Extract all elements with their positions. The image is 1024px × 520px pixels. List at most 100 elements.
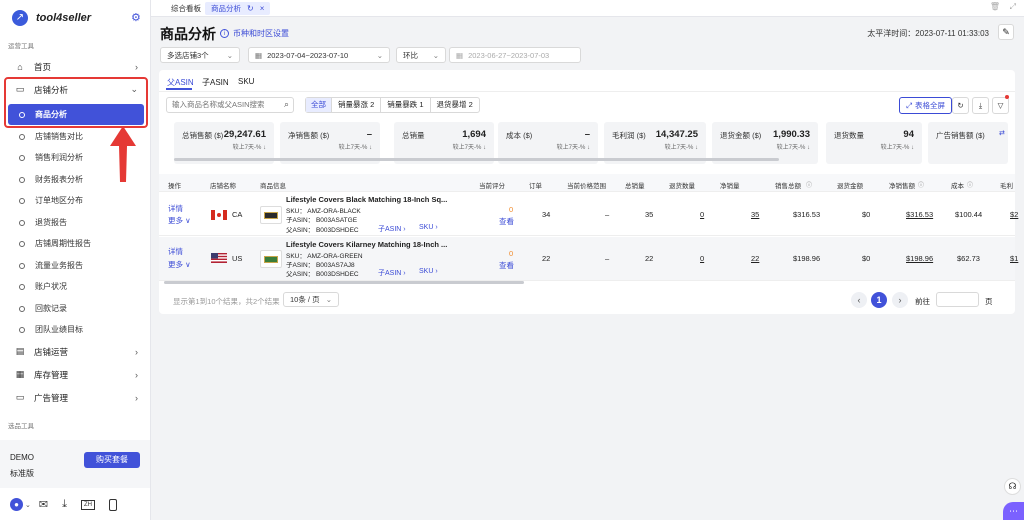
info-icon[interactable]: ⓘ: [918, 180, 924, 189]
subtab-child-asin[interactable]: 子ASIN: [202, 77, 229, 88]
language-icon[interactable]: ZH: [80, 499, 95, 510]
child-asin-link[interactable]: 子ASIN ›: [378, 224, 406, 234]
col-header-gross-sales[interactable]: 销售总额: [775, 180, 801, 190]
stat-compare: 较上7天-% ↓: [664, 145, 698, 151]
sidebar-item-ads[interactable]: ▭ 广告管理 ›: [8, 387, 144, 408]
table-fullscreen-button[interactable]: ⤢ 表格全屏: [899, 97, 952, 114]
segment-sales-drop[interactable]: 销量暴跌 1: [380, 98, 429, 112]
col-header-net-units[interactable]: 净销量: [720, 180, 740, 190]
net-sales-value[interactable]: $316.53: [906, 210, 933, 219]
col-header-returns[interactable]: 退货数量: [669, 180, 695, 190]
sku-link[interactable]: SKU ›: [419, 224, 438, 231]
compare-date-range[interactable]: ▦ 2023-06-27~2023-07-03: [449, 47, 581, 63]
chevron-down-icon[interactable]: ⌄: [25, 501, 31, 509]
sidebar-subitem[interactable]: 团队业绩目标: [8, 319, 144, 340]
next-page-button[interactable]: ›: [892, 292, 908, 308]
sidebar-subitem[interactable]: 订单地区分布: [8, 190, 144, 211]
mobile-icon[interactable]: [108, 498, 117, 511]
col-header-price[interactable]: 当前价格范围: [567, 180, 606, 190]
sidebar-subitem[interactable]: 店铺周期性报告: [8, 233, 144, 254]
segment-all[interactable]: 全部: [306, 98, 331, 112]
col-header-orders[interactable]: 订单: [529, 180, 542, 190]
sidebar-item-home[interactable]: ⌂ 首页 ›: [8, 56, 144, 77]
fullscreen-icon[interactable]: ⤢: [1010, 2, 1016, 12]
returns-value[interactable]: 0: [700, 254, 704, 263]
filter-icon: ▽: [997, 101, 1004, 110]
sku-link[interactable]: SKU ›: [419, 268, 438, 275]
product-title[interactable]: Lifestyle Covers Black Matching 18-Inch …: [286, 195, 447, 204]
sidebar-item-store-analysis[interactable]: ▭ 店铺分析 ⌄: [8, 79, 144, 100]
child-asin-link[interactable]: 子ASIN ›: [378, 268, 406, 278]
returns-value[interactable]: 0: [700, 210, 704, 219]
buy-plan-button[interactable]: 购买套餐: [84, 452, 140, 468]
tab-product-analysis[interactable]: 商品分析 ↻ ×: [205, 2, 271, 15]
prev-page-button[interactable]: ‹: [851, 292, 867, 308]
compare-select[interactable]: 环比 ⌄: [396, 47, 446, 63]
filter-button[interactable]: ▽: [992, 97, 1009, 114]
export-button[interactable]: ⤓: [972, 97, 989, 114]
col-header-cost[interactable]: 成本: [951, 180, 964, 190]
search-icon[interactable]: ⌕: [284, 99, 289, 110]
goto-page-input[interactable]: [936, 292, 979, 307]
product-thumbnail[interactable]: [260, 250, 282, 268]
segment-returns-surge[interactable]: 退货暴增 2: [429, 98, 479, 112]
col-header-rating[interactable]: 当前评分: [479, 180, 505, 190]
stats-scrollbar[interactable]: [174, 158, 779, 161]
tool-wrench-icon[interactable]: ✎: [998, 24, 1014, 40]
page-number-current[interactable]: 1: [871, 292, 887, 308]
table-scrollbar[interactable]: [164, 281, 524, 284]
detail-link[interactable]: 详情: [168, 246, 183, 257]
info-icon[interactable]: ⓘ: [967, 180, 973, 189]
net-units-value[interactable]: 22: [751, 254, 759, 263]
sidebar-subitem[interactable]: 退货报告: [8, 212, 144, 233]
date-range-picker[interactable]: ▦ 2023-07-04~2023-07-10 ⌄: [248, 47, 390, 63]
chevron-right-icon: ›: [135, 61, 138, 72]
refresh-icon[interactable]: ↻: [247, 2, 254, 15]
segment-sales-surge[interactable]: 销量暴涨 2: [331, 98, 380, 112]
col-header-net-sales[interactable]: 净销售额: [889, 180, 915, 190]
headset-support-icon[interactable]: ☊: [1004, 478, 1021, 495]
net-units-value[interactable]: 35: [751, 210, 759, 219]
col-header-profit[interactable]: 毛利: [1000, 180, 1013, 190]
col-header-total-units[interactable]: 总销量: [625, 180, 645, 190]
subtab-sku[interactable]: SKU: [238, 77, 254, 86]
tab-dashboard[interactable]: 综合看板: [165, 2, 207, 15]
store-select[interactable]: 多选店铺3个 ⌄: [160, 47, 240, 63]
sidebar-subitem-product-analysis[interactable]: 商品分析: [8, 104, 144, 125]
sidebar-subitem[interactable]: 流量业务报告: [8, 255, 144, 276]
user-icon[interactable]: ●: [10, 498, 23, 511]
country-code: CA: [232, 210, 243, 219]
view-rating-link[interactable]: 查看: [499, 216, 514, 227]
currency-timezone-link[interactable]: i 币种和时区设置: [220, 28, 289, 39]
close-icon[interactable]: ×: [260, 2, 265, 15]
sidebar-subitem[interactable]: 回款记录: [8, 298, 144, 319]
col-header-refund[interactable]: 退货金额: [837, 180, 863, 190]
more-chat-icon[interactable]: ⋯: [1003, 502, 1024, 520]
product-thumbnail[interactable]: [260, 206, 282, 224]
profit-value[interactable]: $1: [1010, 254, 1018, 263]
subtab-parent-asin[interactable]: 父ASIN: [167, 77, 194, 88]
brand[interactable]: ↗ tool4seller: [12, 10, 91, 26]
bullet-icon: [19, 219, 25, 226]
download-icon[interactable]: ⤓: [62, 498, 67, 511]
settings-gear-icon[interactable]: ⚙: [131, 11, 141, 24]
detail-link[interactable]: 详情: [168, 203, 183, 214]
refresh-button[interactable]: ↻: [952, 97, 969, 114]
profit-value[interactable]: $2: [1010, 210, 1018, 219]
more-dropdown[interactable]: 更多 ∨: [168, 259, 191, 270]
search-input[interactable]: [172, 100, 277, 109]
trash-icon[interactable]: 🗑: [990, 2, 1000, 11]
account-panel: DEMO 标准版 购买套餐: [0, 440, 150, 488]
sidebar-item-store-ops[interactable]: ▤ 店铺运营 ›: [8, 341, 144, 362]
sidebar-item-inventory[interactable]: ▦ 库存管理 ›: [8, 364, 144, 385]
mail-icon[interactable]: ✉: [39, 498, 48, 511]
view-rating-link[interactable]: 查看: [499, 260, 514, 271]
stat-compare: 较上7天-% ↓: [232, 145, 266, 151]
info-icon[interactable]: ⓘ: [806, 180, 812, 189]
page-size-select[interactable]: 10条 / 页 ⌄: [283, 292, 339, 307]
swap-icon[interactable]: ⇄: [999, 129, 1005, 137]
product-title[interactable]: Lifestyle Covers Kilarney Matching 18-In…: [286, 240, 447, 249]
sidebar-subitem[interactable]: 账户状况: [8, 276, 144, 297]
net-sales-value[interactable]: $198.96: [906, 254, 933, 263]
more-dropdown[interactable]: 更多 ∨: [168, 215, 191, 226]
